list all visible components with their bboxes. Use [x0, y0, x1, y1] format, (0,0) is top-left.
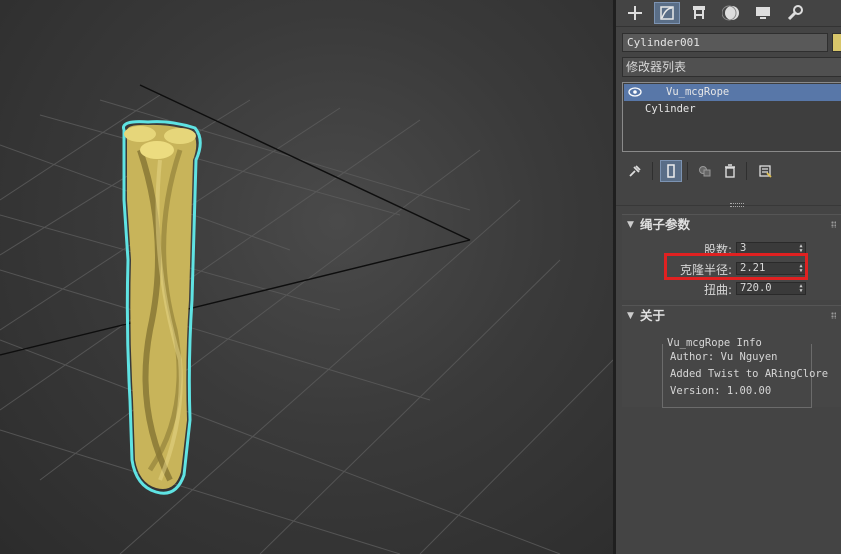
- rollout-drag-icon[interactable]: [831, 312, 836, 319]
- stack-item-cylinder[interactable]: Cylinder: [624, 101, 841, 118]
- about-header[interactable]: ▼ 关于: [622, 306, 841, 326]
- rope-params-title: 绳子参数: [640, 217, 691, 232]
- configure-modifier-sets-button[interactable]: [754, 160, 776, 182]
- hierarchy-icon: [693, 6, 705, 19]
- viewport-grid: [0, 84, 613, 554]
- modify-tab[interactable]: [654, 2, 680, 24]
- object-name-field[interactable]: Cylinder001: [622, 33, 828, 52]
- pin-stack-icon: [629, 165, 641, 177]
- show-end-result-button[interactable]: [660, 160, 682, 182]
- twist-spinner[interactable]: 720.0 ▲ ▼: [736, 282, 806, 295]
- utilities-tab[interactable]: [782, 2, 808, 24]
- rollout-drag-icon[interactable]: [831, 221, 836, 228]
- highlight-annotation: [664, 253, 808, 280]
- make-unique-button[interactable]: [694, 160, 716, 182]
- eye-icon[interactable]: [628, 86, 642, 98]
- note-text: Added Twist to ARingClore: [670, 368, 829, 380]
- modify-icon: [660, 6, 674, 20]
- object-color-swatch[interactable]: [832, 33, 841, 52]
- about-title: 关于: [640, 308, 666, 323]
- motion-tab[interactable]: [718, 2, 744, 24]
- twist-value: 720.0: [740, 282, 772, 294]
- rope-object[interactable]: [122, 120, 202, 495]
- modifier-stack: Vu_mcgRope Cylinder: [622, 82, 841, 152]
- motion-icon: [722, 5, 739, 21]
- perspective-viewport[interactable]: [0, 0, 613, 554]
- modifier-list-dropdown[interactable]: 修改器列表: [622, 57, 841, 77]
- stack-item-vu-mcgrope[interactable]: Vu_mcgRope: [624, 84, 841, 101]
- hierarchy-tab[interactable]: [686, 2, 712, 24]
- display-tab[interactable]: [750, 2, 776, 24]
- utilities-icon: [787, 5, 803, 21]
- create-tab[interactable]: [622, 2, 648, 24]
- make-unique-icon: [699, 166, 711, 177]
- info-group-title: Vu_mcgRope Info: [664, 337, 765, 349]
- display-icon: [756, 7, 770, 19]
- version-text: Version: 1.00.00: [670, 385, 772, 397]
- remove-modifier-icon: [725, 164, 735, 178]
- configure-sets-icon: [759, 165, 772, 178]
- stack-resize-handle[interactable]: [616, 200, 841, 212]
- twist-label: 扭曲:: [703, 283, 732, 297]
- collapse-arrow-icon: ▼: [627, 220, 634, 230]
- show-end-result-icon: [667, 164, 675, 178]
- stack-toolbar: [616, 158, 841, 184]
- pin-stack-button[interactable]: [624, 160, 646, 182]
- command-panel-tabs: [616, 0, 841, 27]
- collapse-arrow-icon: ▼: [627, 311, 634, 321]
- create-icon: [628, 6, 642, 20]
- remove-modifier-button[interactable]: [719, 160, 741, 182]
- about-rollout: ▼ 关于 Vu_mcgRope Info Author: Vu Nguyen A…: [622, 305, 841, 408]
- spinner-arrows-icon[interactable]: ▲ ▼: [798, 284, 804, 294]
- author-text: Author: Vu Nguyen: [670, 351, 778, 363]
- stack-item-label: Vu_mcgRope: [666, 86, 730, 98]
- stack-item-label: Cylinder: [645, 103, 696, 115]
- rope-params-header[interactable]: ▼ 绳子参数: [622, 215, 841, 235]
